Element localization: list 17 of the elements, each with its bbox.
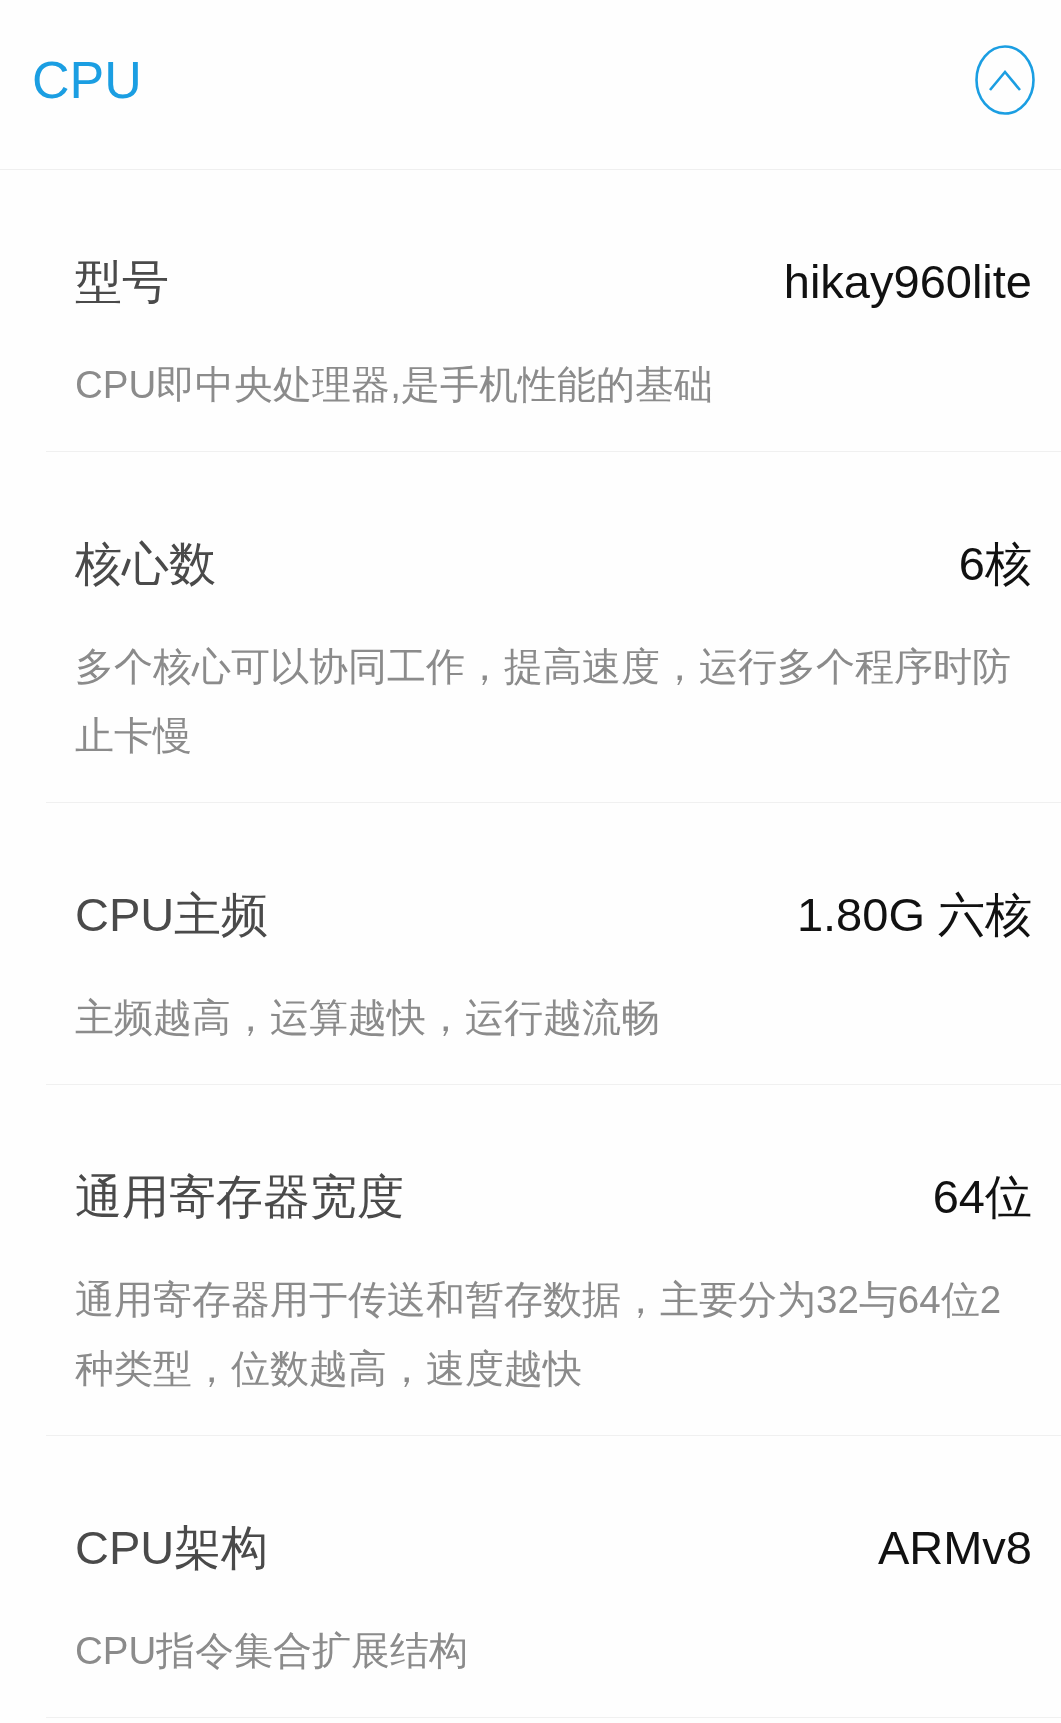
spec-label: CPU主频 xyxy=(75,887,269,943)
spec-label: 型号 xyxy=(75,254,169,310)
spec-value: hikay960lite xyxy=(783,254,1032,310)
spec-label: 通用寄存器宽度 xyxy=(75,1169,404,1225)
spec-value: 6核 xyxy=(958,536,1032,592)
spec-label: 核心数 xyxy=(75,536,216,592)
spec-description: CPU指令集合扩展结构 xyxy=(75,1628,470,1674)
spec-value: 64位 xyxy=(932,1169,1032,1225)
chevron-circle-icon[interactable] xyxy=(975,44,1035,115)
spec-description: 通用寄存器用于传送和暂存数据，主要分为32与64位2种类型，位数越高，速度越快 xyxy=(75,1277,1003,1392)
spec-description: 主频越高，运算越快，运行越流畅 xyxy=(75,995,661,1041)
section-title: CPU xyxy=(32,53,142,106)
spec-value: ARMv8 xyxy=(877,1520,1032,1576)
spec-value: 1.80G 六核 xyxy=(796,887,1032,943)
spec-description: CPU即中央处理器,是手机性能的基础 xyxy=(75,362,714,408)
spec-label: CPU架构 xyxy=(75,1520,269,1576)
spec-description: 多个核心可以协同工作，提高速度，运行多个程序时防止卡慢 xyxy=(75,644,1012,759)
